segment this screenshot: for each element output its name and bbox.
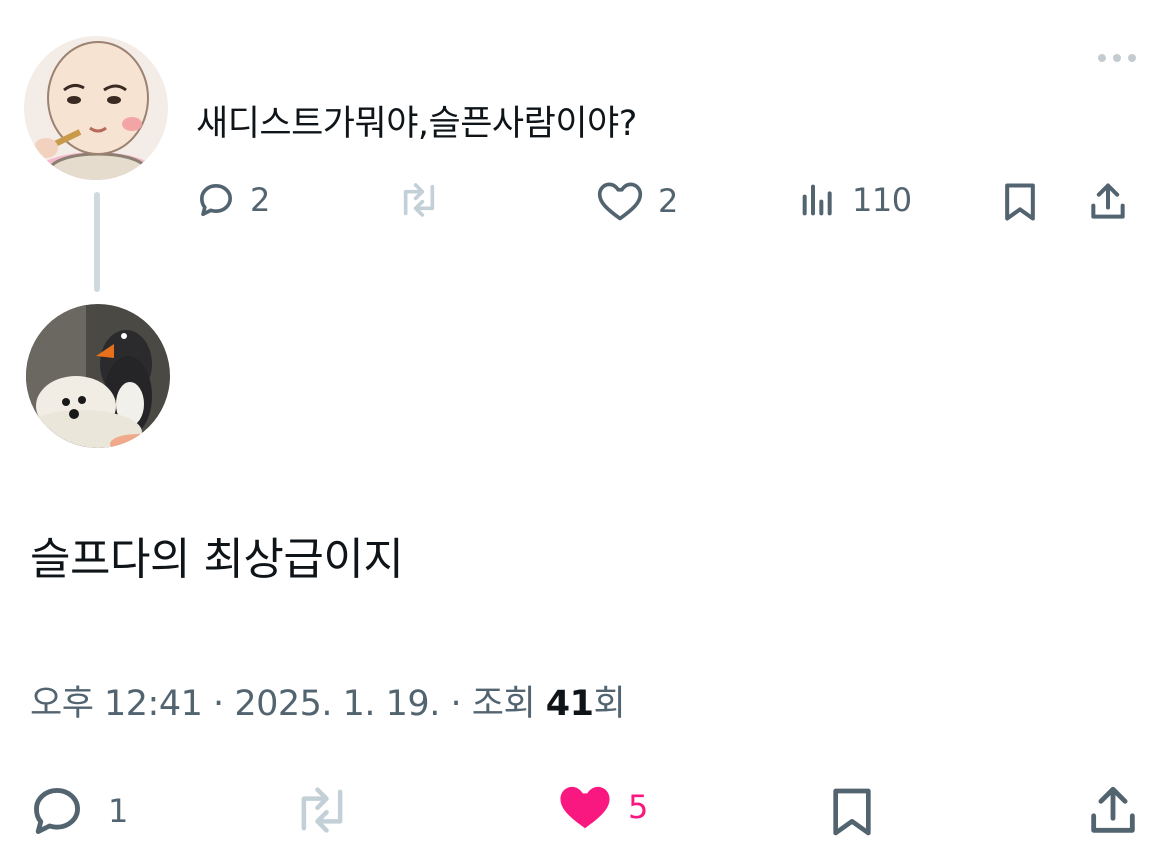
main-tweet-share-button[interactable] — [1084, 782, 1142, 840]
like-count: 5 — [628, 788, 648, 826]
retweet-icon — [403, 183, 435, 217]
main-tweet-text: 슬프다의 최상급이지 — [30, 534, 404, 585]
view-count: 110 — [852, 181, 912, 219]
reply-icon — [200, 184, 233, 217]
reply-count: 2 — [250, 181, 270, 219]
views-chart-icon — [802, 184, 832, 216]
like-count: 2 — [658, 182, 678, 220]
bookmark-icon — [833, 788, 871, 836]
avatar-penguin[interactable] — [26, 304, 170, 448]
views-count: 41 — [545, 684, 594, 724]
reply-tweet-retweet-button[interactable] — [394, 180, 444, 220]
reply-icon — [34, 788, 80, 834]
more-options-button[interactable] — [1092, 46, 1142, 70]
tweet-date[interactable]: 2025. 1. 19. — [234, 684, 440, 724]
thread-connector-line — [94, 192, 100, 292]
main-tweet-like-button[interactable]: 5 — [556, 782, 648, 832]
reply-count: 1 — [108, 792, 128, 830]
reply-tweet-like-button[interactable]: 2 — [596, 180, 678, 222]
share-icon — [1091, 786, 1135, 833]
reply-tweet-text: 새디스트가뭐야,슬픈사람이야? — [196, 104, 637, 144]
reply-tweet-reply-button[interactable]: 2 — [196, 180, 270, 220]
views-suffix: 회 — [593, 684, 626, 724]
bookmark-icon — [1005, 183, 1035, 221]
more-dots-icon — [1098, 54, 1106, 62]
reply-tweet-bookmark-button[interactable] — [998, 180, 1042, 224]
heart-icon — [597, 182, 643, 221]
reply-tweet-views-button[interactable]: 110 — [798, 180, 912, 220]
share-icon — [1091, 183, 1125, 219]
views-label: 조회 — [471, 684, 536, 724]
main-tweet-reply-button[interactable]: 1 — [28, 782, 128, 840]
tweet-time[interactable]: 오후 12:41 — [30, 684, 203, 724]
main-tweet-retweet-button[interactable] — [288, 782, 356, 838]
reply-tweet-share-button[interactable] — [1086, 180, 1130, 224]
main-tweet-bookmark-button[interactable] — [824, 782, 880, 842]
heart-icon — [560, 786, 610, 829]
meta-separator: · — [213, 684, 224, 724]
retweet-icon — [301, 787, 343, 833]
tweet-meta: 오후 12:41 · 2025. 1. 19. · 조회 41회 — [30, 682, 626, 726]
meta-separator: · — [450, 684, 462, 724]
avatar-baby[interactable] — [24, 36, 168, 180]
